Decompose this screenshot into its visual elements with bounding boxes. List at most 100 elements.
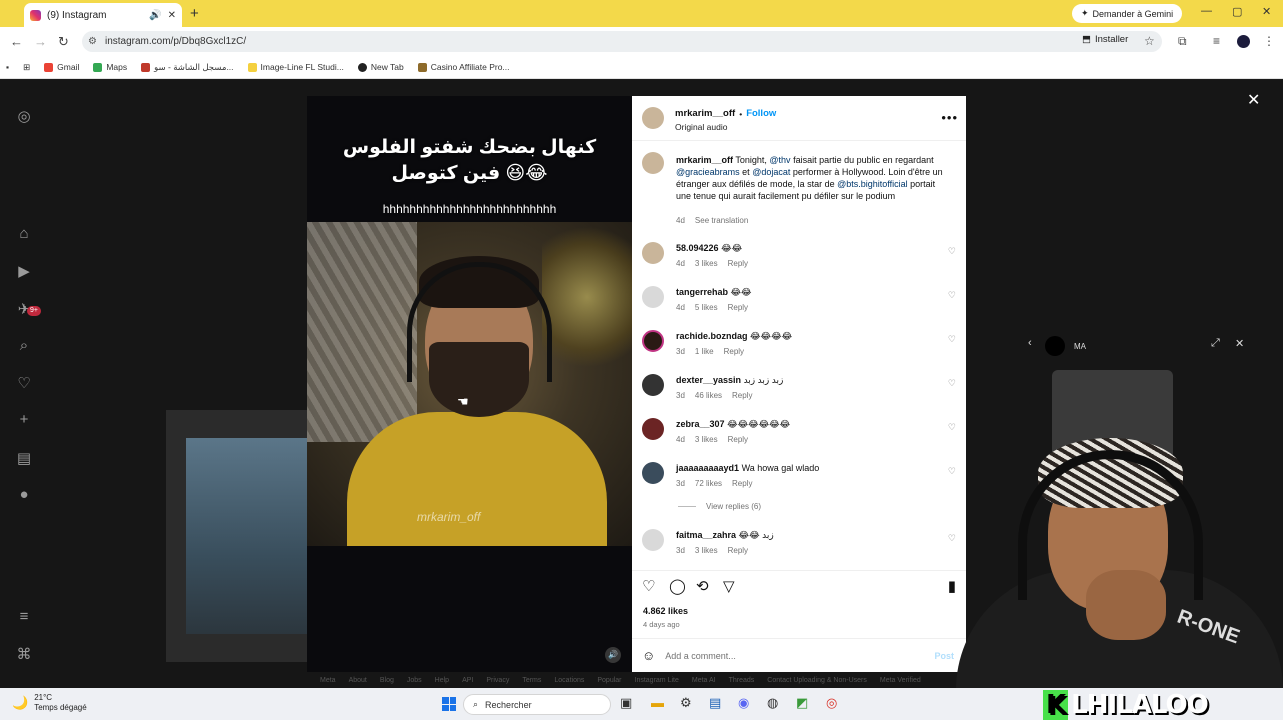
reply-link[interactable]: Reply	[732, 391, 752, 400]
share-send-icon[interactable]: ▽	[723, 577, 735, 595]
comment-username[interactable]: zebra__307	[676, 419, 725, 429]
store-icon[interactable]: ▤	[709, 695, 721, 711]
comment-username[interactable]: faitma__zahra	[676, 530, 736, 540]
footer-link[interactable]: Terms	[522, 677, 541, 684]
like-comment-heart-icon[interactable]: ♡	[948, 246, 956, 257]
close-tab-icon[interactable]: ✕	[168, 10, 176, 21]
reply-link[interactable]: Reply	[724, 347, 744, 356]
comment-likes[interactable]: 3 likes	[695, 259, 718, 268]
commenter-avatar[interactable]	[642, 330, 664, 352]
obs-icon[interactable]: ◍	[767, 695, 778, 711]
site-info-icon[interactable]: ⚙	[88, 36, 97, 47]
footer-link[interactable]: Instagram Lite	[635, 677, 679, 684]
comment-username[interactable]: rachide.bozndag	[676, 331, 748, 341]
media-controls-icon[interactable]: ≡	[1213, 34, 1220, 48]
minimize-icon[interactable]: —	[1201, 5, 1212, 17]
more-options-icon[interactable]: •••	[941, 110, 958, 125]
back-icon[interactable]: ←	[10, 34, 23, 49]
profile-icon[interactable]: ●	[15, 486, 33, 503]
like-heart-icon[interactable]: ♡	[642, 577, 655, 595]
mini-avatar[interactable]	[1045, 336, 1065, 356]
mention-link[interactable]: @gracieabrams	[676, 167, 740, 177]
audio-label[interactable]: Original audio	[675, 122, 727, 132]
bookmark-screen-recorder[interactable]: مسجل الشاشة - سو...	[141, 62, 234, 73]
taskbar-search-input[interactable]: ⌕ Rechercher	[463, 694, 611, 715]
repost-icon[interactable]: ⟲	[696, 577, 709, 595]
file-explorer-icon[interactable]: ▬	[651, 695, 664, 710]
comment-username[interactable]: 58.094226	[676, 243, 719, 253]
commenter-avatar[interactable]	[642, 374, 664, 396]
commenter-avatar[interactable]	[642, 529, 664, 551]
url-input[interactable]: ⚙ instagram.com/p/Dbq8Gxcl1zC/	[82, 31, 1162, 52]
reply-link[interactable]: Reply	[732, 479, 752, 488]
commenter-avatar[interactable]	[642, 286, 664, 308]
chrome-icon[interactable]: ◎	[826, 695, 837, 711]
reply-link[interactable]: Reply	[728, 546, 748, 555]
footer-link[interactable]: Threads	[729, 677, 755, 684]
task-view-icon[interactable]: ▣	[620, 695, 632, 711]
footer-link[interactable]: Contact Uploading & Non-Users	[767, 677, 867, 684]
browser-tab[interactable]: (9) Instagram 🔊 ✕	[24, 3, 182, 27]
footer-link[interactable]: Popular	[597, 677, 621, 684]
author-avatar[interactable]	[642, 107, 664, 129]
dashboard-icon[interactable]: ▤	[15, 449, 33, 467]
comment-likes[interactable]: 46 likes	[695, 391, 722, 400]
see-translation-link[interactable]: See translation	[695, 216, 748, 225]
settings-gear-icon[interactable]: ⚙	[680, 695, 692, 711]
discord-icon[interactable]: ◉	[738, 695, 749, 711]
media-app-icon[interactable]: ◩	[796, 695, 808, 711]
more-menu-icon[interactable]: ≡	[15, 608, 33, 625]
comment-username[interactable]: jaaaaaaaaayd1	[676, 463, 739, 473]
gemini-button[interactable]: ✦ Demander à Gemini	[1072, 4, 1183, 23]
apps-grid-icon[interactable]: ⊞	[23, 62, 30, 73]
footer-link[interactable]: About	[349, 677, 367, 684]
view-replies-button[interactable]: View replies (6)	[678, 502, 761, 511]
mention-link[interactable]: @bts.bighitofficial	[837, 179, 908, 189]
bookmark-casino-affiliate[interactable]: Casino Affiliate Pro...	[417, 62, 510, 72]
like-comment-heart-icon[interactable]: ♡	[948, 378, 956, 389]
instagram-logo-icon[interactable]: ◎	[15, 107, 33, 125]
audio-playing-icon[interactable]: 🔊	[149, 10, 161, 21]
save-bookmark-icon[interactable]: ▮	[948, 577, 956, 595]
comment-username[interactable]: dexter__yassin	[676, 375, 741, 385]
footer-link[interactable]: Blog	[380, 677, 394, 684]
comment-likes[interactable]: 3 likes	[695, 546, 718, 555]
reels-icon[interactable]: ▶	[15, 262, 33, 280]
also-from-meta-icon[interactable]: ⌘	[15, 645, 33, 663]
weather-widget[interactable]: 🌙 21°C Temps dégagé	[12, 693, 87, 713]
like-comment-heart-icon[interactable]: ♡	[948, 466, 956, 477]
author-avatar[interactable]	[642, 152, 664, 174]
new-tab-button[interactable]: +	[190, 5, 199, 22]
like-comment-heart-icon[interactable]: ♡	[948, 334, 956, 345]
commenter-avatar[interactable]	[642, 418, 664, 440]
extensions-icon[interactable]: ⧉	[1178, 34, 1187, 49]
author-username[interactable]: mrkarim__off	[675, 108, 735, 119]
comment-likes[interactable]: 72 likes	[695, 479, 722, 488]
post-comment-button[interactable]: Post	[934, 651, 954, 661]
close-modal-icon[interactable]: ✕	[1247, 90, 1260, 110]
windows-start-icon[interactable]	[442, 697, 456, 711]
home-icon[interactable]: ⌂	[15, 225, 33, 242]
add-comment-input[interactable]: Add a comment...	[665, 651, 736, 661]
bookmark-fl-studio[interactable]: Image-Line FL Studi...	[247, 62, 344, 72]
create-icon[interactable]: +	[15, 411, 33, 428]
footer-link[interactable]: Meta	[320, 677, 336, 684]
window-close-icon[interactable]: ✕	[1262, 5, 1271, 18]
search-icon[interactable]: ⌕	[15, 337, 33, 354]
commenter-avatar[interactable]	[642, 462, 664, 484]
mini-expand-icon[interactable]: ⤢	[1211, 337, 1220, 350]
footer-link[interactable]: API	[462, 677, 473, 684]
volume-icon[interactable]: 🔊	[605, 647, 621, 663]
reload-icon[interactable]: ↻	[58, 34, 69, 50]
comment-likes[interactable]: 1 like	[695, 347, 714, 356]
reply-link[interactable]: Reply	[728, 435, 748, 444]
footer-link[interactable]: Locations	[554, 677, 584, 684]
comment-likes[interactable]: 5 likes	[695, 303, 718, 312]
footer-link[interactable]: Meta Verified	[880, 677, 921, 684]
reply-link[interactable]: Reply	[728, 259, 748, 268]
like-comment-heart-icon[interactable]: ♡	[948, 290, 956, 301]
commenter-avatar[interactable]	[642, 242, 664, 264]
footer-link[interactable]: Help	[435, 677, 449, 684]
mini-prev-icon[interactable]: ‹	[1028, 337, 1032, 349]
forward-icon[interactable]: →	[34, 34, 47, 49]
